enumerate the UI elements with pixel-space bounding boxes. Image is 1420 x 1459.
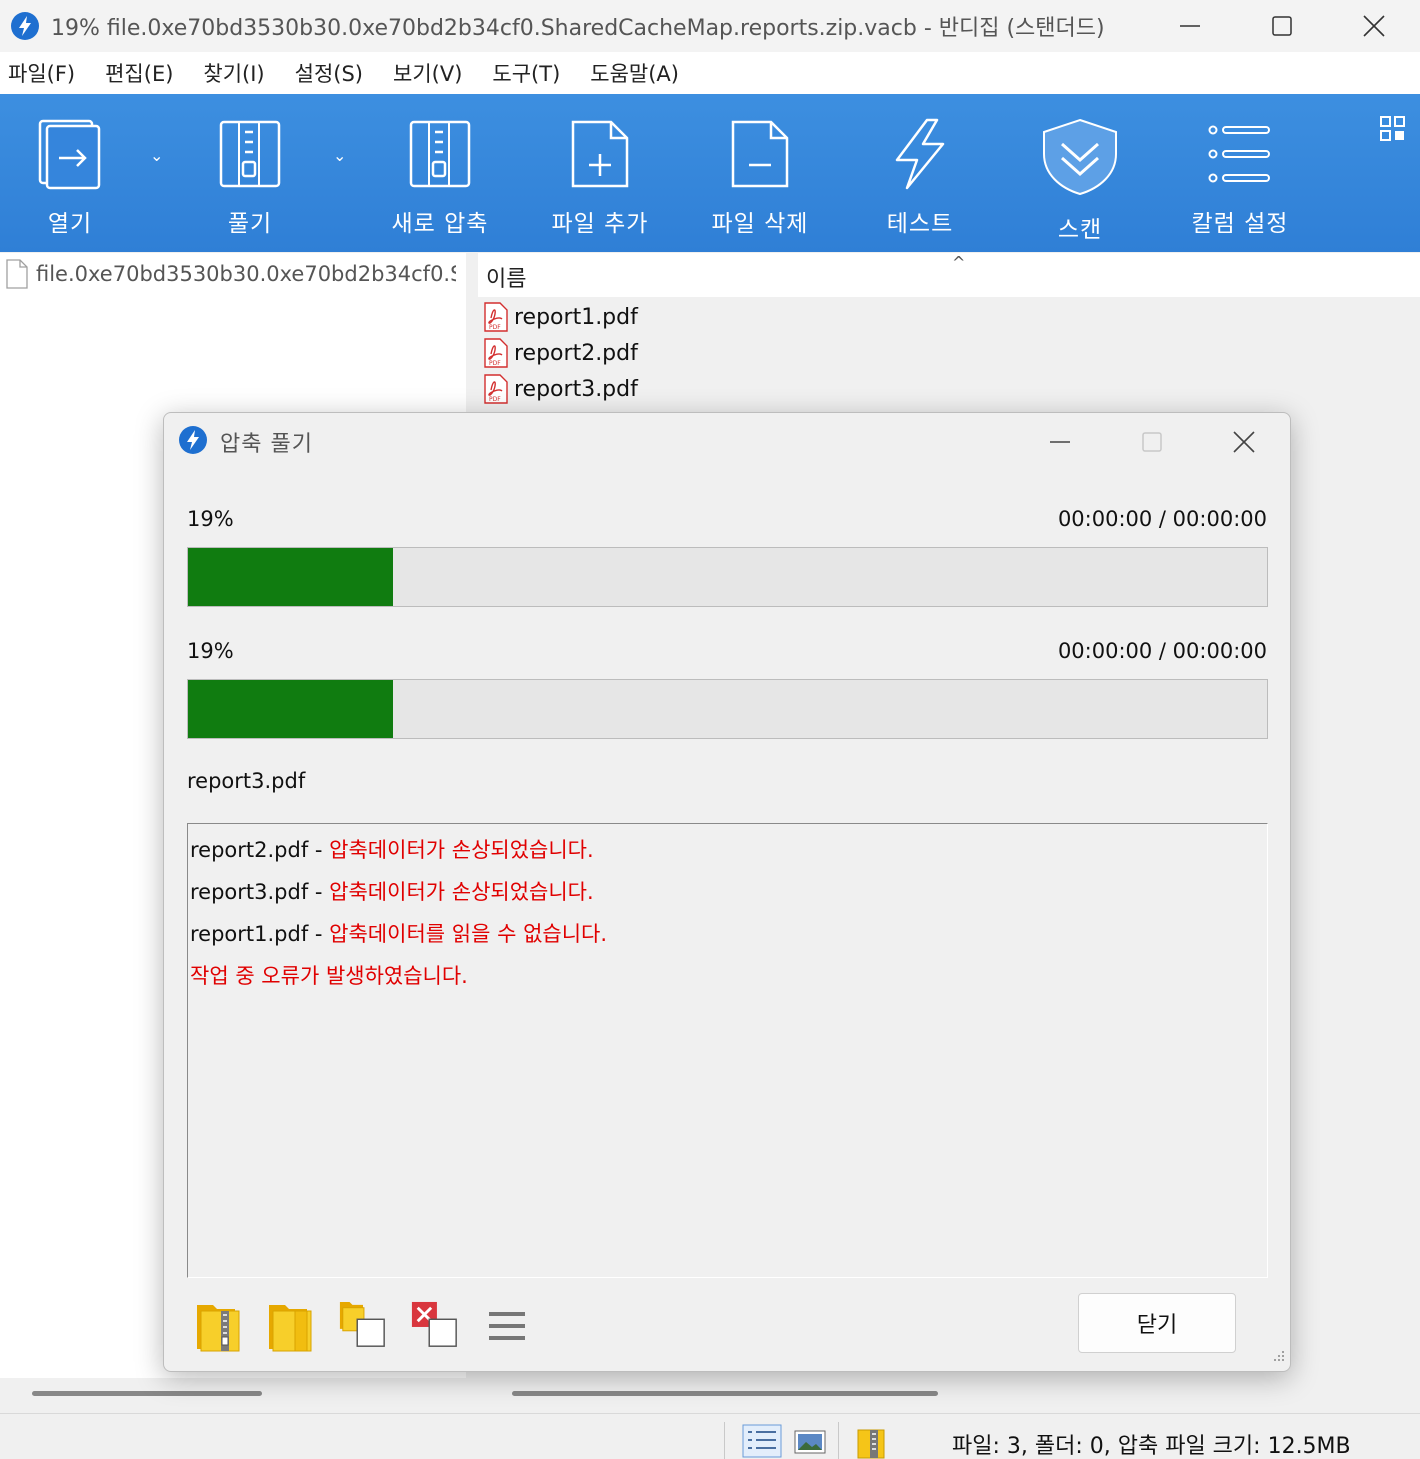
left-scrollbar-thumb[interactable] [32,1391,262,1396]
bandizip-logo-icon [178,425,208,459]
new-archive-icon [409,120,471,188]
file-progress-fill [188,680,393,738]
menu-bar: 파일(F) 편집(E) 찾기(I) 설정(S) 보기(V) 도구(T) 도움말(… [0,52,1420,94]
current-file-name: report3.pdf [187,769,306,793]
total-progress-time: 00:00:00 / 00:00:00 [1057,507,1267,531]
tree-root-item[interactable]: file.0xe70bd3530b30.0xe70bd2b34cf0.Share… [6,257,456,291]
shield-icon [1043,118,1117,196]
pdf-icon: PDF [484,338,508,368]
menu-icon[interactable] [482,1299,532,1353]
log-line: 작업 중 오류가 발생하였습니다. [190,964,468,988]
test-label: 테스트 [886,211,954,237]
delete-files-button[interactable]: 파일 삭제 [690,118,830,238]
svg-text:PDF: PDF [489,360,501,367]
log-line: report3.pdf - 압축데이터가 손상되었습니다. [190,880,594,904]
overwrite-files-icon[interactable] [338,1299,388,1353]
toolbar: 열기 ⌄ 풀기 ⌄ 새로 압축 파일 추가 파일 삭제 테스트 스캔 칼럼 설정 [0,94,1420,252]
title-bar: 19% file.0xe70bd3530b30.0xe70bd2b34cf0.S… [0,0,1420,52]
file-name: report2.pdf [514,340,638,366]
status-separator [838,1422,839,1459]
extract-label: 풀기 [227,211,273,237]
open-dropdown-chevron-icon[interactable]: ⌄ [150,146,163,165]
dialog-title-bar: 압축 풀기 [164,413,1290,471]
open-folder-icon[interactable] [266,1299,316,1353]
layout-grid-icon[interactable] [1380,116,1406,146]
dialog-close-button[interactable] [1198,413,1290,471]
file-row[interactable]: PDF report2.pdf [484,335,638,371]
column-name-label: 이름 [486,267,527,292]
close-button[interactable]: 닫기 [1078,1293,1236,1353]
scan-label: 스캔 [1057,217,1103,243]
file-name: report1.pdf [514,304,638,330]
dialog-title: 압축 풀기 [220,432,313,457]
menu-tools[interactable]: 도구(T) [492,58,560,88]
svg-text:PDF: PDF [489,396,501,403]
dialog-minimize-button[interactable] [1014,413,1106,471]
file-progress-bar [187,679,1268,739]
total-progress-percent: 19% [187,507,234,531]
add-file-icon [571,120,629,188]
extract-button[interactable]: 풀기 [180,118,320,238]
file-progress-percent: 19% [187,639,234,663]
add-files-button[interactable]: 파일 추가 [530,118,670,238]
open-icon [38,119,101,190]
scan-button[interactable]: 스캔 [1010,118,1150,244]
file-row[interactable]: PDF report3.pdf [484,371,638,407]
new-archive-button[interactable]: 새로 압축 [370,118,510,238]
maximize-button[interactable] [1236,0,1328,52]
list-icon [1208,125,1270,183]
new-archive-label: 새로 압축 [391,211,489,237]
extract-dropdown-chevron-icon[interactable]: ⌄ [333,146,346,165]
menu-find[interactable]: 찾기(I) [203,58,264,88]
bandizip-logo-icon [9,10,41,42]
file-progress-time: 00:00:00 / 00:00:00 [1057,639,1267,663]
delete-files-label: 파일 삭제 [711,211,809,237]
resize-grip-icon[interactable] [1272,1348,1286,1367]
menu-edit[interactable]: 편집(E) [105,58,173,88]
test-button[interactable]: 테스트 [850,118,990,238]
menu-settings[interactable]: 설정(S) [295,58,363,88]
dialog-toolbar [194,1299,554,1353]
extract-progress-dialog: 압축 풀기 19% 00:00:00 / 00:00:00 19% 00:00:… [163,412,1291,1372]
file-row[interactable]: PDF report1.pdf [484,299,638,335]
window-title: 19% file.0xe70bd3530b30.0xe70bd2b34cf0.S… [51,16,1105,41]
log-line: report1.pdf - 압축데이터를 읽을 수 없습니다. [190,922,608,946]
status-bar: 파일: 3, 폴더: 0, 압축 파일 크기: 12.5MB [0,1413,1420,1459]
right-scrollbar-thumb[interactable] [512,1391,938,1396]
delete-file-icon [731,120,789,188]
file-name: report3.pdf [514,376,638,402]
pdf-icon: PDF [484,374,508,404]
menu-file[interactable]: 파일(F) [8,58,75,88]
status-summary: 파일: 3, 폴더: 0, 압축 파일 크기: 12.5MB [952,1434,1351,1459]
open-archive-folder-icon[interactable] [194,1299,244,1353]
open-label: 열기 [47,211,93,237]
menu-view[interactable]: 보기(V) [393,58,462,88]
skip-files-icon[interactable] [410,1299,460,1353]
close-window-button[interactable] [1328,0,1420,52]
archive-folder-icon[interactable] [856,1426,888,1459]
log-line: report2.pdf - 압축데이터가 손상되었습니다. [190,838,594,862]
pdf-icon: PDF [484,302,508,332]
details-view-icon[interactable] [742,1424,782,1459]
column-header-name[interactable]: 이름 ^ [478,253,1420,297]
svg-text:PDF: PDF [489,324,501,331]
menu-help[interactable]: 도움말(A) [590,58,679,88]
file-icon [6,259,28,289]
dialog-maximize-button [1106,413,1198,471]
error-log[interactable]: report2.pdf - 압축데이터가 손상되었습니다. report3.pd… [187,823,1268,1278]
minimize-button[interactable] [1144,0,1236,52]
thumbnail-view-icon[interactable] [794,1430,826,1458]
tree-root-label: file.0xe70bd3530b30.0xe70bd2b34cf0.Share… [36,262,456,286]
extract-icon [219,120,281,188]
add-files-label: 파일 추가 [551,211,649,237]
column-settings-button[interactable]: 칼럼 설정 [1170,118,1310,238]
sort-ascending-icon: ^ [952,253,966,272]
total-progress-fill [188,548,393,606]
open-button[interactable]: 열기 [0,118,140,238]
total-progress-bar [187,547,1268,607]
status-separator [724,1422,725,1459]
column-settings-label: 칼럼 설정 [1191,211,1289,237]
lightning-icon [895,118,945,190]
